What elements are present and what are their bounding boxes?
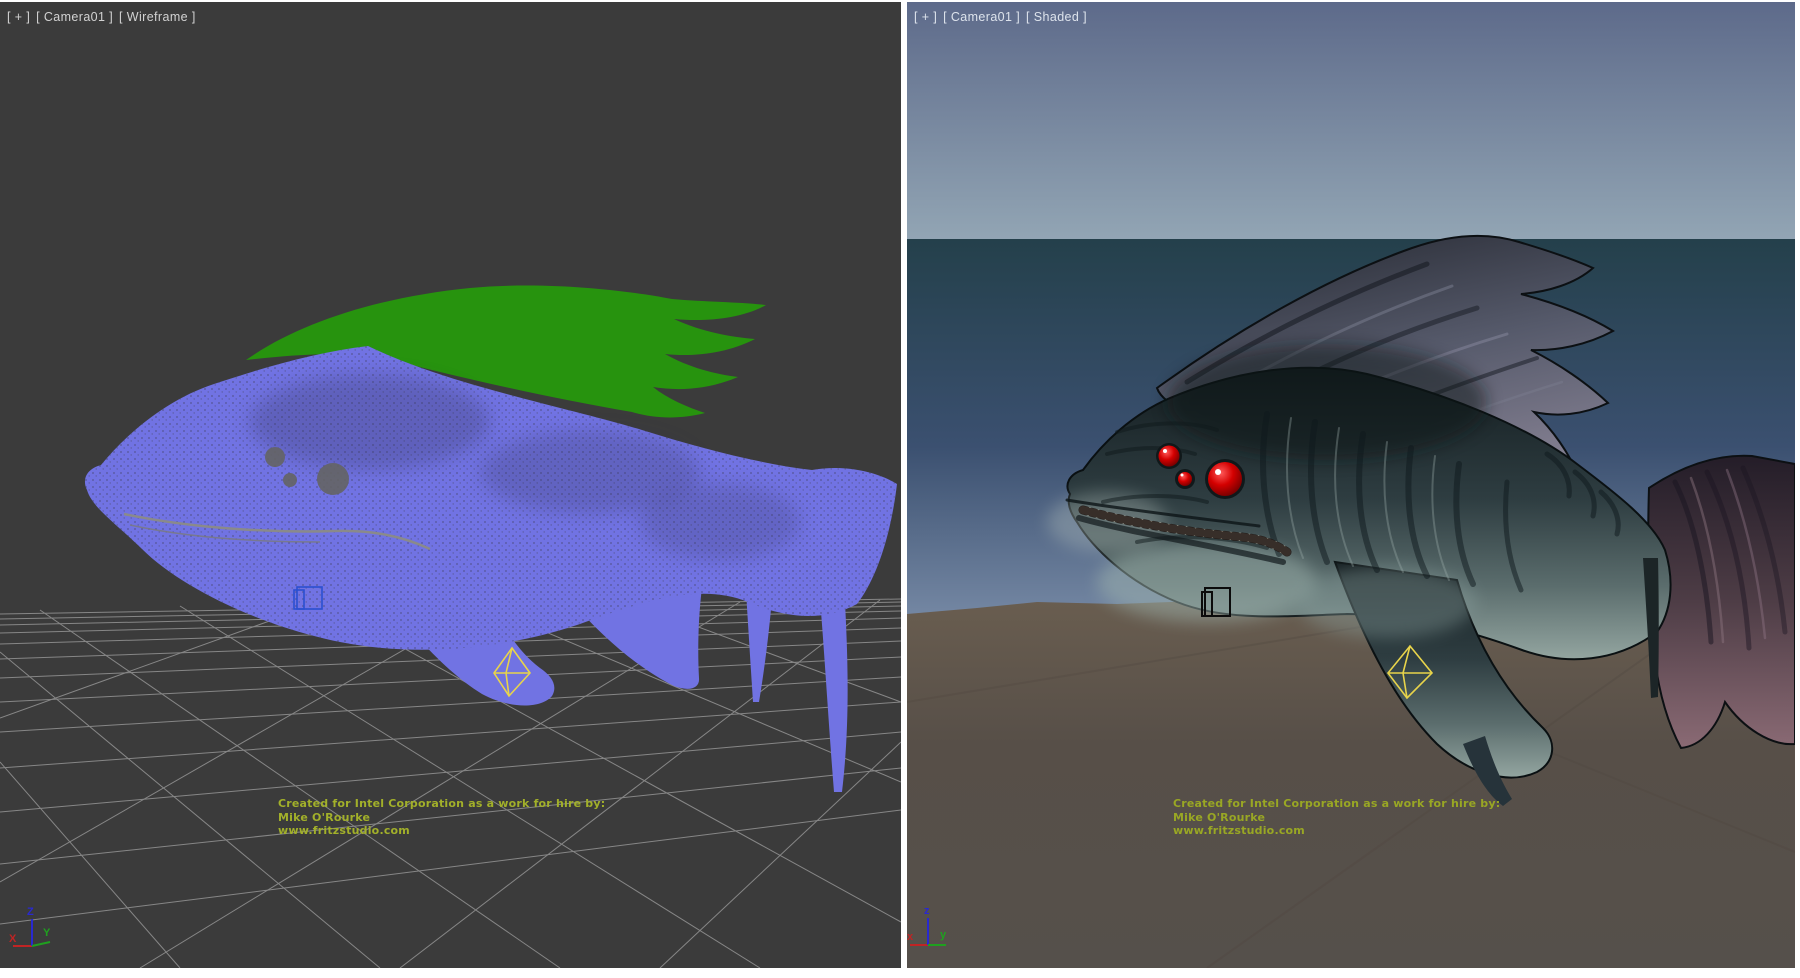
axis-z-label: z: [924, 905, 930, 917]
scene-credit-text: Created for Intel Corporation as a work …: [1173, 797, 1500, 838]
viewport-label-bar: [ + ] [ Camera01 ] [ Shaded ]: [914, 10, 1089, 24]
credit-line: Mike O'Rourke: [1173, 811, 1500, 825]
credit-line: www.fritzstudio.com: [278, 824, 605, 838]
application-window: X Z Y [ + ] [ Camera01 ] [ Wireframe ] C…: [0, 0, 1800, 978]
fish-model-wireframe[interactable]: [85, 286, 897, 793]
wireframe-stipple-texture: [85, 346, 897, 650]
axis-z-label: Z: [27, 906, 34, 918]
caudal-fin-shaded[interactable]: [1648, 456, 1795, 748]
axis-y-label: Y: [43, 927, 51, 939]
credit-line: Mike O'Rourke: [278, 811, 605, 825]
sky-backdrop: [907, 2, 1795, 239]
axis-y-label: y: [940, 929, 947, 941]
viewport-camera-button[interactable]: [ Camera01 ]: [36, 10, 113, 24]
viewport-label-bar: [ + ] [ Camera01 ] [ Wireframe ]: [7, 10, 198, 24]
viewport-shading-button[interactable]: [ Wireframe ]: [119, 10, 196, 24]
axis-tripod: X Z Y: [9, 906, 51, 946]
credit-line: Created for Intel Corporation as a work …: [278, 797, 605, 811]
axis-x-label: X: [9, 933, 17, 945]
credit-line: Created for Intel Corporation as a work …: [1173, 797, 1500, 811]
viewport-camera-button[interactable]: [ Camera01 ]: [943, 10, 1020, 24]
viewport-camera01-shaded[interactable]: x z y [ + ] [ Camera01 ] [ Shaded ] Crea…: [907, 2, 1795, 968]
viewport-shading-button[interactable]: [ Shaded ]: [1026, 10, 1087, 24]
axis-x-label: x: [907, 931, 914, 943]
viewport-camera01-wireframe[interactable]: X Z Y [ + ] [ Camera01 ] [ Wireframe ] C…: [0, 2, 901, 968]
credit-line: www.fritzstudio.com: [1173, 824, 1500, 838]
scene-credit-text: Created for Intel Corporation as a work …: [278, 797, 605, 838]
viewport-menu-button[interactable]: [ + ]: [914, 10, 937, 24]
viewport-menu-button[interactable]: [ + ]: [7, 10, 30, 24]
